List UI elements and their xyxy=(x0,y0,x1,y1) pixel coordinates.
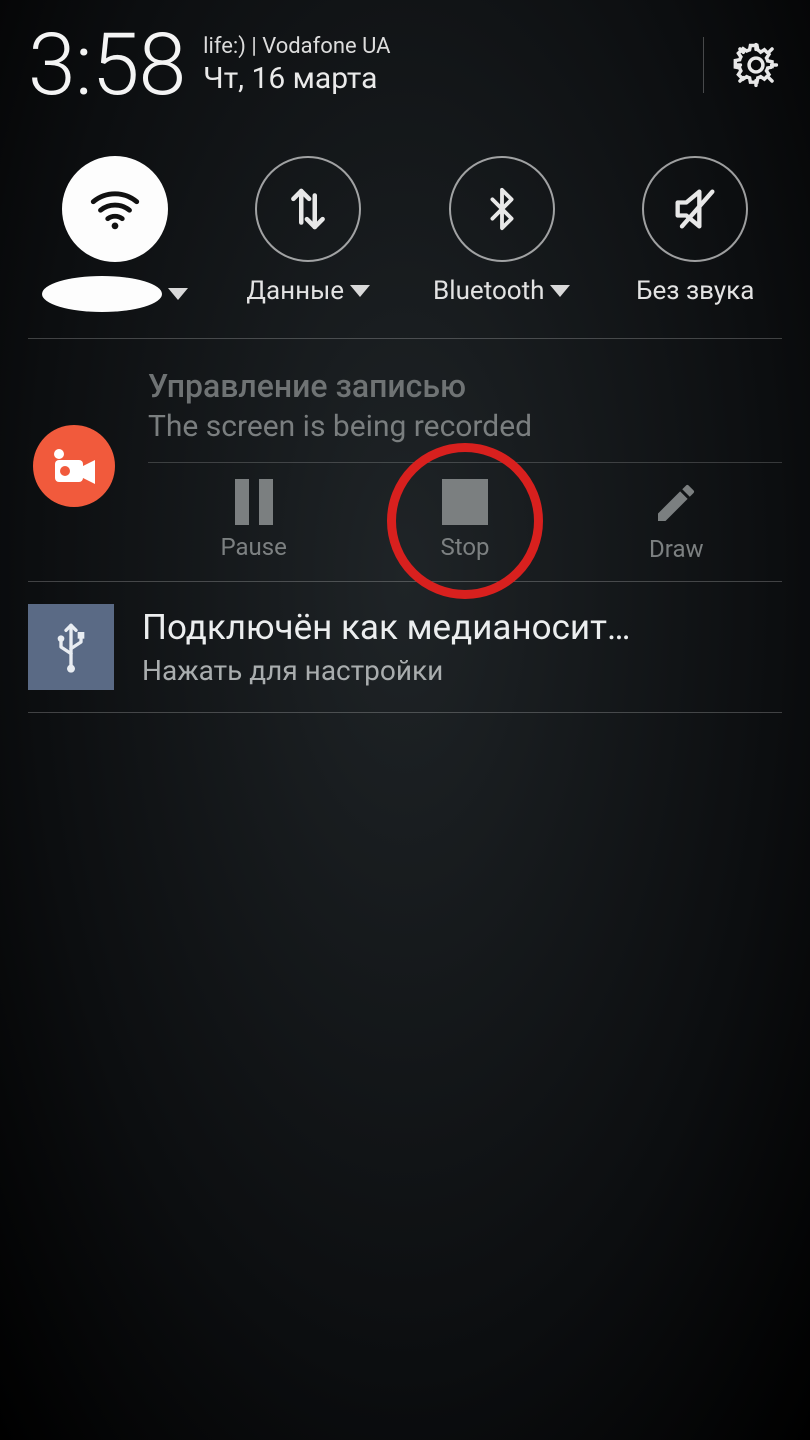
camcorder-icon xyxy=(49,446,99,486)
recorder-notification[interactable]: Управление записью The screen is being r… xyxy=(0,339,810,581)
wifi-icon xyxy=(86,180,144,238)
divider xyxy=(28,712,782,713)
chevron-down-icon xyxy=(168,288,188,300)
bluetooth-icon xyxy=(479,181,525,237)
recorder-title: Управление записью xyxy=(148,367,782,405)
carrier-label: life:) | Vodafone UA xyxy=(203,34,390,59)
wifi-toggle[interactable] xyxy=(62,156,168,262)
qs-wifi-label-row[interactable] xyxy=(42,276,188,312)
gear-icon xyxy=(730,39,782,91)
quick-settings-row: Данные Bluetooth Без звука xyxy=(0,108,810,338)
qs-data-label: Данные xyxy=(246,276,344,306)
recorder-subtitle: The screen is being recorded xyxy=(148,409,782,444)
mute-toggle[interactable] xyxy=(642,156,748,262)
status-meta: life:) | Vodafone UA Чт, 16 марта xyxy=(203,34,390,96)
settings-button[interactable] xyxy=(730,39,782,91)
qs-mute[interactable]: Без звука xyxy=(611,156,779,312)
usb-title: Подключён как медианосит… xyxy=(142,607,782,648)
qs-mute-label: Без звука xyxy=(636,276,754,306)
stop-button[interactable]: Stop xyxy=(385,479,545,563)
usb-notification[interactable]: Подключён как медианосит… Нажать для нас… xyxy=(0,582,810,712)
clock: 3:58 xyxy=(28,22,185,108)
stop-label: Stop xyxy=(440,533,489,561)
qs-data-label-row[interactable]: Данные xyxy=(246,276,370,306)
chevron-down-icon xyxy=(550,285,570,297)
chevron-down-icon xyxy=(350,285,370,297)
qs-mute-label-row[interactable]: Без звука xyxy=(636,276,754,306)
pause-label: Pause xyxy=(220,533,286,561)
wifi-ssid-masked xyxy=(42,276,162,312)
recorder-app-icon xyxy=(33,425,115,507)
qs-bluetooth[interactable]: Bluetooth xyxy=(418,156,586,312)
qs-wifi[interactable] xyxy=(31,156,199,312)
header-divider xyxy=(703,37,704,93)
usb-icon xyxy=(51,619,91,675)
stop-icon xyxy=(442,479,488,525)
mute-icon xyxy=(669,183,721,235)
pause-icon xyxy=(235,479,273,525)
status-header: 3:58 life:) | Vodafone UA Чт, 16 марта xyxy=(0,0,810,108)
pencil-icon xyxy=(652,479,700,527)
date-label: Чт, 16 марта xyxy=(203,61,390,96)
pause-button[interactable]: Pause xyxy=(174,479,334,563)
qs-bluetooth-label: Bluetooth xyxy=(433,276,544,306)
data-arrows-icon xyxy=(281,182,335,236)
draw-label: Draw xyxy=(649,535,704,563)
draw-button[interactable]: Draw xyxy=(596,479,756,563)
usb-icon-box xyxy=(28,604,114,690)
data-toggle[interactable] xyxy=(255,156,361,262)
qs-bluetooth-label-row[interactable]: Bluetooth xyxy=(433,276,570,306)
bluetooth-toggle[interactable] xyxy=(449,156,555,262)
qs-data[interactable]: Данные xyxy=(224,156,392,312)
usb-subtitle: Нажать для настройки xyxy=(142,654,782,687)
